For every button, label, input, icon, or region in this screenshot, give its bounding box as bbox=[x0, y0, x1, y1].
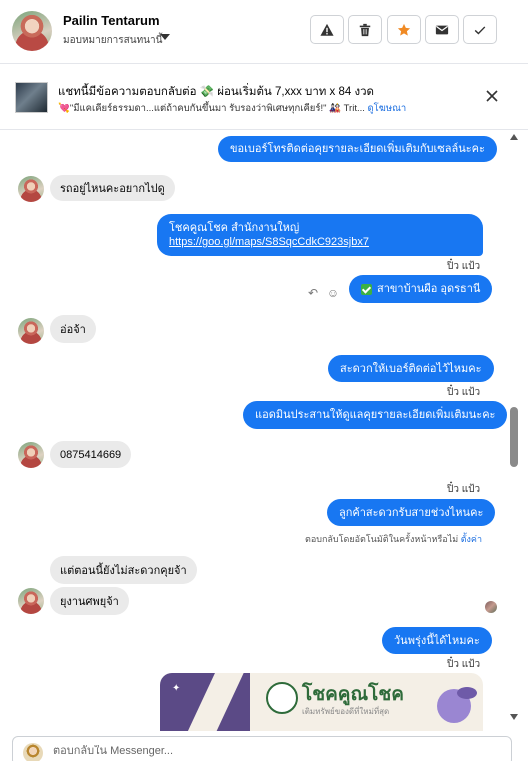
message-outgoing[interactable]: สะดวกให้เบอร์ติดต่อไว้ไหมคะ bbox=[328, 355, 494, 382]
delete-button[interactable] bbox=[348, 15, 382, 44]
emoji-icon[interactable]: ☺ bbox=[325, 285, 341, 301]
message-outgoing-location[interactable]: โชคคูณโชค สำนักงานใหญ่ https://goo.gl/ma… bbox=[157, 214, 483, 256]
done-button[interactable] bbox=[463, 15, 497, 44]
message-outgoing[interactable]: สาขาบ้านผือ อุดรธานี bbox=[349, 275, 493, 303]
image-tagline: เติมทรัพย์ของดีที่ใหม่ที่สุด bbox=[302, 707, 390, 716]
seen-label: ปิ๋ว แป้ว bbox=[447, 484, 481, 495]
star-icon bbox=[397, 23, 411, 36]
view-ad-link[interactable]: ดูโฆษณา bbox=[368, 103, 407, 114]
seen-label: ปิ๋ว แป้ว bbox=[447, 261, 481, 272]
contact-avatar[interactable] bbox=[12, 11, 52, 51]
ad-description-text: 💘"มีแคเคียร์ธรรมดา...แต่ถ้าคบกันขึ้นมา ร… bbox=[58, 103, 365, 114]
location-title: โชคคูณโชค สำนักงานใหญ่ bbox=[169, 222, 300, 234]
warning-icon bbox=[320, 23, 334, 36]
image-attachment[interactable]: ✦ โชคคูณโชค เติมทรัพย์ของดีที่ใหม่ที่สุด bbox=[160, 673, 483, 731]
message-incoming[interactable]: แต่ตอนนี้ยังไม่สะดวกคุยจ้า bbox=[50, 556, 197, 584]
auto-reply-note: ตอบกลับโดยอัตโนมัติในครั้งหน้าหรือไม่ ตั… bbox=[305, 532, 482, 546]
report-button[interactable] bbox=[310, 15, 344, 44]
check-icon bbox=[474, 25, 486, 34]
scrollbar-thumb[interactable] bbox=[510, 407, 518, 467]
contact-name[interactable]: Pailin Tentarum bbox=[63, 13, 160, 28]
sender-avatar[interactable] bbox=[18, 176, 44, 202]
conversation-header: Pailin Tentarum มอบหมายการสนทนานี้ bbox=[0, 0, 528, 64]
brand-logo-icon bbox=[266, 682, 298, 714]
checkmark-icon bbox=[361, 283, 372, 295]
page-avatar bbox=[23, 743, 43, 761]
message-composer[interactable] bbox=[12, 736, 512, 761]
message-incoming[interactable]: รถอยู่ไหนคะอยากไปดู bbox=[50, 175, 175, 201]
assign-conversation-label[interactable]: มอบหมายการสนทนานี้ bbox=[63, 33, 162, 48]
message-incoming[interactable]: อ่อจ้า bbox=[50, 315, 96, 343]
ad-description: 💘"มีแคเคียร์ธรรมดา...แต่ถ้าคบกันขึ้นมา ร… bbox=[58, 101, 406, 116]
read-receipt-avatar bbox=[485, 601, 497, 613]
ad-thumbnail[interactable] bbox=[15, 82, 48, 113]
message-text: สาขาบ้านผือ อุดรธานี bbox=[377, 283, 481, 295]
message-outgoing[interactable]: แอดมินประสานให้ดูแลคุยรายละเอียดเพิ่มเติ… bbox=[243, 401, 508, 429]
ad-banner: แชทนี้มีข้อความตอบกลับต่อ 💸 ผ่อนเริ่มต้น… bbox=[0, 65, 528, 130]
mail-icon bbox=[435, 25, 449, 34]
scroll-down-icon[interactable] bbox=[510, 714, 518, 720]
message-incoming[interactable]: 0875414669 bbox=[50, 441, 132, 468]
close-icon[interactable] bbox=[484, 88, 500, 104]
trash-icon bbox=[359, 23, 371, 36]
star-button[interactable] bbox=[387, 15, 421, 44]
image-blob bbox=[457, 687, 477, 699]
map-link[interactable]: https://goo.gl/maps/S8SqcCdkC923sjbx7 bbox=[169, 235, 369, 249]
seen-label: ปิ๋ว แป้ว bbox=[447, 387, 481, 398]
message-outgoing[interactable]: วันพรุ่งนี้ได้ไหมคะ bbox=[382, 627, 492, 654]
message-outgoing[interactable]: ขอเบอร์โทรติดต่อคุยรายละเอียดเพิ่มเติมกั… bbox=[218, 136, 497, 162]
auto-reply-text: ตอบกลับโดยอัตโนมัติในครั้งหน้าหรือไม่ bbox=[305, 534, 459, 544]
scroll-up-icon[interactable] bbox=[510, 134, 518, 140]
reply-input[interactable] bbox=[53, 745, 493, 757]
sender-avatar[interactable] bbox=[18, 318, 44, 344]
auto-reply-settings-link[interactable]: ตั้งค่า bbox=[461, 534, 482, 544]
message-thread: ขอเบอร์โทรติดต่อคุยรายละเอียดเพิ่มเติมกั… bbox=[0, 131, 508, 731]
sender-avatar[interactable] bbox=[18, 442, 44, 468]
message-outgoing[interactable]: ลูกค้าสะดวกรับสายช่วงไหนคะ bbox=[327, 499, 496, 526]
sparkle-icon: ✦ bbox=[172, 683, 181, 694]
message-incoming[interactable]: ยุงานศพยุจ้า bbox=[50, 587, 129, 615]
seen-label: ปิ๋ว แป้ว bbox=[447, 659, 481, 670]
reply-icon[interactable]: ↶ bbox=[305, 285, 321, 301]
ad-title: แชทนี้มีข้อความตอบกลับต่อ 💸 ผ่อนเริ่มต้น… bbox=[58, 86, 375, 98]
mark-unread-button[interactable] bbox=[425, 15, 459, 44]
chevron-down-icon[interactable] bbox=[160, 34, 170, 40]
sender-avatar[interactable] bbox=[18, 588, 44, 614]
